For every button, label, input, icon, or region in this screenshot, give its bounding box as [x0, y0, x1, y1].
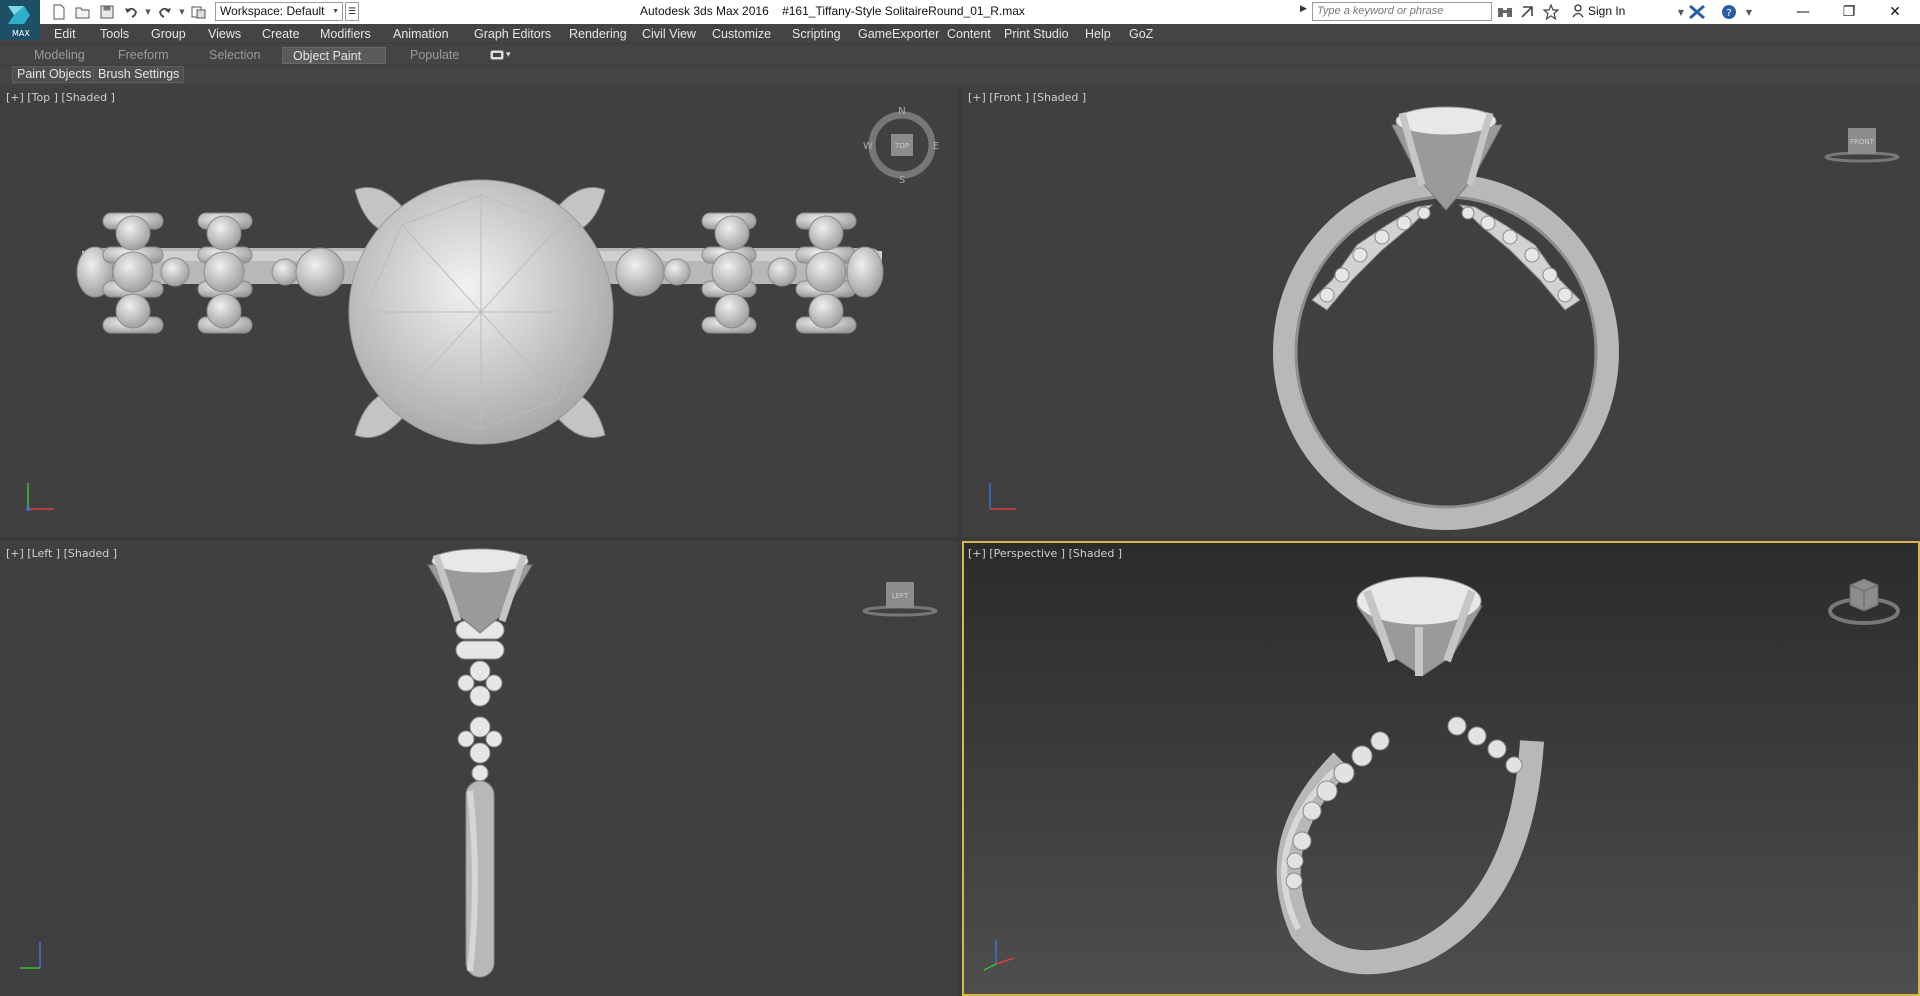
- menu-scripting[interactable]: Scripting: [792, 27, 841, 41]
- new-icon[interactable]: [48, 2, 70, 22]
- viewport-perspective[interactable]: [+] [Perspective ] [Shaded ]: [962, 541, 1920, 996]
- menu-goz[interactable]: GoZ: [1129, 27, 1153, 41]
- menu-views[interactable]: Views: [208, 27, 241, 41]
- window-title: Autodesk 3ds Max 2016 #161_Tiffany-Style…: [640, 4, 1025, 18]
- menu-animation[interactable]: Animation: [393, 27, 449, 41]
- menu-tools[interactable]: Tools: [100, 27, 129, 41]
- tab-populate[interactable]: Populate: [400, 47, 469, 64]
- redo-icon[interactable]: [154, 2, 176, 22]
- main-menu-bar: Edit Tools Group Views Create Modifiers …: [0, 24, 1920, 44]
- ring-model-perspective-view[interactable]: [962, 541, 1920, 996]
- axis-tripod-icon: [983, 940, 1015, 971]
- undo-dropdown[interactable]: ▼: [144, 2, 152, 22]
- menu-print-studio[interactable]: Print Studio: [1004, 27, 1069, 41]
- compass-east: E: [933, 141, 939, 152]
- ring-model-left-view[interactable]: [0, 541, 958, 996]
- tab-freeform[interactable]: Freeform: [108, 47, 179, 64]
- brush-settings-button[interactable]: Brush Settings: [93, 66, 185, 83]
- customize-quick-access-icon[interactable]: ☰: [345, 2, 359, 21]
- svg-text:?: ?: [1726, 8, 1731, 19]
- paint-objects-button[interactable]: Paint Objects: [12, 66, 97, 83]
- infocenter-search-input[interactable]: Type a keyword or phrase: [1312, 2, 1492, 21]
- help-icon[interactable]: ?: [1720, 3, 1738, 21]
- compass-west: W: [863, 141, 873, 152]
- viewcube-top[interactable]: TOP N E S W: [862, 105, 942, 185]
- viewport-left[interactable]: [+] [Left ] [Shaded ] LEFT: [0, 541, 958, 996]
- open-icon[interactable]: [72, 2, 94, 22]
- axis-tripod-icon: [989, 483, 1016, 510]
- ring-model-top-view[interactable]: [0, 85, 958, 537]
- viewport-label-front[interactable]: [+] [Front ] [Shaded ]: [968, 91, 1086, 104]
- restore-button[interactable]: ❐: [1826, 0, 1872, 24]
- title-bar: MAX ▼ ▼ Workspace: Default ▼ ☰ Autodesk …: [0, 0, 1920, 40]
- menu-content[interactable]: Content: [947, 27, 991, 41]
- compass-north: N: [898, 106, 905, 117]
- tab-object-paint[interactable]: Object Paint: [282, 47, 386, 64]
- viewcube-left[interactable]: LEFT: [860, 579, 940, 619]
- ring-model-front-view[interactable]: [962, 85, 1920, 537]
- autodesk-exchange-icon[interactable]: [1688, 3, 1706, 21]
- menu-customize[interactable]: Customize: [712, 27, 771, 41]
- chevron-down-icon: ▼: [332, 8, 339, 15]
- viewcube-perspective[interactable]: [1826, 571, 1902, 627]
- viewport-front[interactable]: [+] [Front ] [Shaded ] FRONT: [962, 85, 1920, 537]
- infocenter-expand-icon[interactable]: ▶: [1300, 4, 1307, 14]
- workspace-dropdown[interactable]: Workspace: Default ▼: [215, 2, 343, 21]
- save-icon[interactable]: [96, 2, 118, 22]
- subscription-center-icon[interactable]: [1518, 3, 1536, 21]
- ribbon-minimize-icon: [490, 50, 504, 60]
- quick-access-toolbar: ▼ ▼: [48, 2, 210, 22]
- viewport-layout: [+] [Top ] [Shaded ] TOP N E S W [+] [Fr…: [0, 85, 1920, 996]
- menu-edit[interactable]: Edit: [54, 27, 76, 41]
- help-dropdown-icon[interactable]: ▼: [1740, 3, 1758, 21]
- sign-in-button[interactable]: Sign In: [1572, 4, 1625, 18]
- sign-in-label: Sign In: [1588, 4, 1626, 18]
- ribbon: Modeling Freeform Selection Object Paint…: [0, 45, 1920, 66]
- minimize-button[interactable]: —: [1780, 0, 1826, 24]
- axis-tripod-icon: [26, 483, 54, 511]
- workspace-label: Workspace: Default: [220, 4, 325, 18]
- close-button[interactable]: ✕: [1872, 0, 1918, 24]
- menu-civil-view[interactable]: Civil View: [642, 27, 696, 41]
- binoculars-search-icon[interactable]: [1496, 3, 1514, 21]
- project-folder-icon[interactable]: [188, 2, 210, 22]
- viewport-label-top[interactable]: [+] [Top ] [Shaded ]: [6, 91, 115, 104]
- application-menu-button[interactable]: MAX: [0, 0, 40, 40]
- menu-group[interactable]: Group: [151, 27, 186, 41]
- 3ds-max-logo-icon: [8, 6, 30, 24]
- menu-help[interactable]: Help: [1085, 27, 1111, 41]
- user-icon: [1572, 4, 1584, 18]
- menu-modifiers[interactable]: Modifiers: [320, 27, 371, 41]
- star-favorites-icon[interactable]: [1542, 3, 1560, 21]
- menu-rendering[interactable]: Rendering: [569, 27, 627, 41]
- menu-gameexporter[interactable]: GameExporter: [858, 27, 939, 41]
- chevron-down-icon: ▾: [506, 50, 511, 60]
- logo-text: MAX: [12, 29, 30, 38]
- tab-selection[interactable]: Selection: [199, 47, 270, 64]
- ribbon-display-toggle[interactable]: ▾: [490, 49, 516, 61]
- undo-icon[interactable]: [120, 2, 142, 22]
- compass-south: S: [899, 175, 905, 185]
- redo-dropdown[interactable]: ▼: [178, 2, 186, 22]
- viewport-top[interactable]: [+] [Top ] [Shaded ] TOP N E S W: [0, 85, 958, 537]
- menu-create[interactable]: Create: [262, 27, 300, 41]
- axis-tripod-icon: [20, 942, 41, 969]
- viewcube-front[interactable]: FRONT: [1822, 125, 1902, 165]
- object-paint-panel: Paint Objects Brush Settings: [0, 66, 1920, 84]
- viewcube-face-label: FRONT: [1850, 138, 1875, 146]
- viewcube-face-label: TOP: [894, 142, 909, 150]
- viewport-label-perspective[interactable]: [+] [Perspective ] [Shaded ]: [968, 547, 1122, 560]
- menu-graph-editors[interactable]: Graph Editors: [474, 27, 551, 41]
- tab-modeling[interactable]: Modeling: [24, 47, 95, 64]
- viewport-label-left[interactable]: [+] [Left ] [Shaded ]: [6, 547, 117, 560]
- viewcube-face-label: LEFT: [892, 592, 909, 600]
